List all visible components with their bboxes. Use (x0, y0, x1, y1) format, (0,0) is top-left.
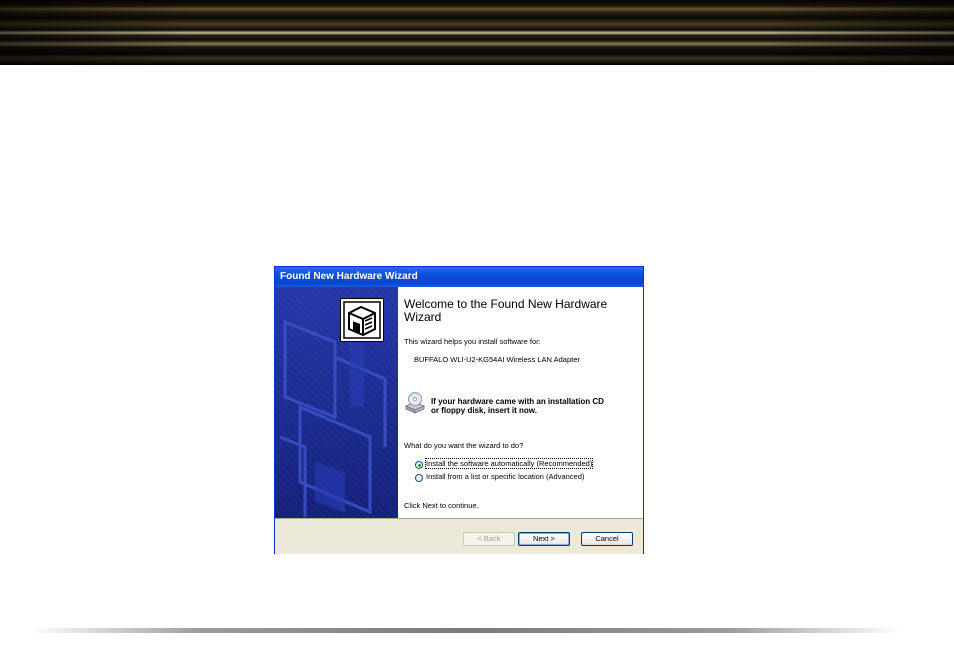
cd-note-line2: or floppy disk, insert it now. (431, 406, 537, 415)
option-install-automatically-label[interactable]: Install the software automatically (Reco… (424, 458, 594, 469)
wizard-heading: Welcome to the Found New Hardware Wizard (404, 297, 608, 324)
window-title: Found New Hardware Wizard (275, 267, 643, 287)
radio-install-automatically[interactable] (415, 461, 423, 469)
found-new-hardware-wizard-window: Found New Hardware Wizard Welcome to the… (274, 266, 644, 554)
cancel-button[interactable]: Cancel (581, 532, 633, 546)
question-text: What do you want the wizard to do? (404, 441, 524, 450)
continue-text: Click Next to continue. (404, 501, 479, 510)
intro-text: This wizard helps you install software f… (404, 337, 541, 346)
top-banner (0, 0, 954, 65)
wizard-side-panel (275, 287, 398, 518)
hardware-wizard-icon (340, 298, 384, 342)
device-name: BUFFALO WLI-U2-KG54AI Wireless LAN Adapt… (414, 355, 580, 364)
back-button[interactable]: < Back (463, 532, 515, 546)
next-button[interactable]: Next > (518, 532, 570, 546)
option-install-from-list-label[interactable]: Install from a list or specific location… (426, 472, 584, 481)
button-bar: < Back Next > Cancel (275, 518, 643, 554)
wizard-content: Welcome to the Found New Hardware Wizard… (398, 287, 643, 518)
radio-install-from-list[interactable] (415, 474, 423, 482)
footer-divider (30, 628, 900, 633)
cd-note-line1: If your hardware came with an installati… (431, 397, 604, 406)
cd-drive-icon (404, 391, 426, 420)
